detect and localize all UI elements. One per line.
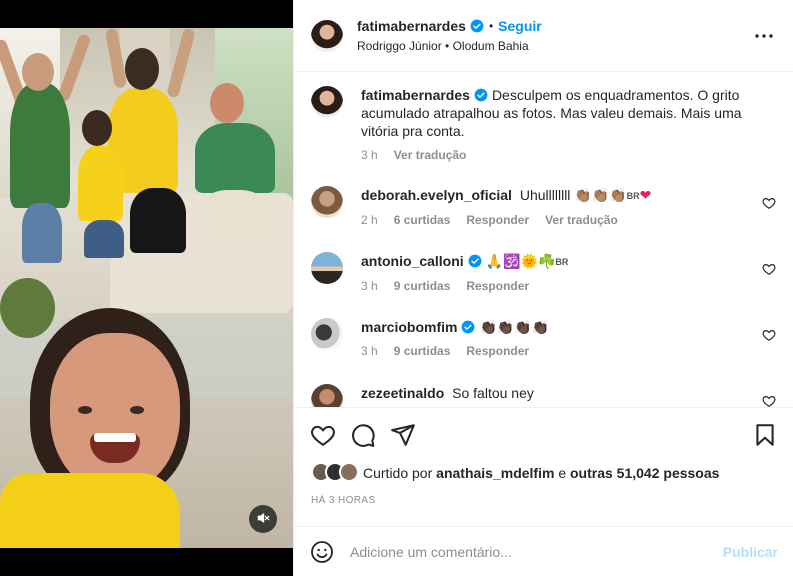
comment-time: 3 h: [361, 344, 378, 358]
smiley-icon[interactable]: [310, 540, 334, 564]
brazil-flag-icon: BR: [555, 257, 569, 267]
comment-emojis: 👏🏿👏🏿👏🏿👏🏿: [479, 319, 550, 335]
comment-likes-count[interactable]: 9 curtidas: [394, 279, 451, 293]
audio-track[interactable]: Rodriggo Júnior • Olodum Bahia: [357, 39, 542, 53]
comment-input[interactable]: [350, 543, 710, 560]
avatar[interactable]: [311, 318, 343, 350]
comment-username[interactable]: deborah.evelyn_oficial: [361, 187, 512, 203]
likes-others-count[interactable]: outras 51,042 pessoas: [570, 465, 719, 481]
comment-item: deborah.evelyn_oficial Uhullllllll 👏🏽👏🏽👏…: [311, 186, 781, 227]
post-side-panel: fatimabernardes • Seguir Rodriggo Júnior…: [293, 0, 793, 576]
comment-like-heart-icon[interactable]: [762, 394, 776, 407]
comment-likes-count[interactable]: 6 curtidas: [394, 213, 451, 227]
reply-button[interactable]: Responder: [466, 279, 529, 293]
post-header: fatimabernardes • Seguir Rodriggo Júnior…: [294, 0, 793, 72]
translate-link[interactable]: Ver tradução: [394, 148, 467, 162]
comment-bubble-icon[interactable]: [350, 422, 376, 448]
comment-like-heart-icon[interactable]: [762, 262, 776, 276]
post-dialog: fatimabernardes • Seguir Rodriggo Júnior…: [0, 0, 793, 576]
verified-badge-icon: [470, 19, 484, 33]
heart-icon[interactable]: [310, 422, 336, 448]
likes-summary: Curtido por anathais_mdelfim e outras 51…: [311, 462, 719, 484]
translate-link[interactable]: Ver tradução: [545, 213, 618, 227]
comment-like-heart-icon[interactable]: [762, 328, 776, 342]
comment-item: marciobomfim 👏🏿👏🏿👏🏿👏🏿 3 h 9 curtidas Resp…: [311, 318, 781, 358]
comment-emojis: 👏🏽👏🏽👏🏽: [574, 187, 627, 203]
author-username[interactable]: fatimabernardes: [357, 18, 466, 34]
liker-avatars[interactable]: [311, 462, 363, 484]
reply-button[interactable]: Responder: [466, 213, 529, 227]
post-video[interactable]: [0, 0, 293, 576]
video-frame: [0, 28, 293, 548]
comment-time: 3 h: [361, 279, 378, 293]
avatar[interactable]: [311, 86, 343, 118]
comment-emojis: 🙏🕉️🌞☘️: [485, 253, 556, 269]
send-paper-plane-icon[interactable]: [390, 422, 416, 448]
comment-text: Uhullllllll: [519, 187, 571, 203]
more-options-icon[interactable]: [752, 24, 776, 48]
verified-badge-icon: [468, 254, 482, 268]
publish-button[interactable]: Publicar: [723, 544, 778, 560]
comment-time: 2 h: [361, 213, 378, 227]
verified-badge-icon: [461, 320, 475, 334]
red-heart-icon: ❤: [639, 187, 652, 203]
comment-username[interactable]: antonio_calloni: [361, 253, 464, 269]
liked-by-middle: e: [558, 465, 567, 481]
avatar[interactable]: [311, 186, 343, 218]
avatar[interactable]: [311, 252, 343, 284]
separator-dot: •: [488, 19, 494, 33]
avatar[interactable]: [311, 384, 343, 407]
caption: fatimabernardes Desculpem os enquadrament…: [311, 86, 781, 162]
verified-badge-icon: [474, 88, 488, 102]
action-bar: [294, 407, 793, 465]
liked-by-prefix: Curtido por: [363, 465, 433, 481]
add-comment-bar: Publicar: [294, 526, 793, 576]
comment-item: zezeetinaldo So faltou ney: [311, 384, 781, 407]
comment-username[interactable]: zezeetinaldo: [361, 385, 444, 401]
comment-item: antonio_calloni 🙏🕉️🌞☘️BR 3 h 9 curtidas R…: [311, 252, 781, 293]
mute-toggle-button[interactable]: [249, 505, 277, 533]
brazil-flag-icon: BR: [626, 191, 640, 201]
bookmark-icon[interactable]: [752, 422, 778, 448]
caption-time: 3 h: [361, 148, 378, 162]
caption-username[interactable]: fatimabernardes: [361, 87, 470, 103]
comment-likes-count[interactable]: 9 curtidas: [394, 344, 451, 358]
comments-list[interactable]: fatimabernardes Desculpem os enquadrament…: [294, 72, 793, 407]
liker-username[interactable]: anathais_mdelfim: [436, 465, 554, 481]
comment-like-heart-icon[interactable]: [762, 196, 776, 210]
avatar[interactable]: [311, 19, 343, 52]
follow-button[interactable]: Seguir: [498, 18, 542, 34]
comment-username[interactable]: marciobomfim: [361, 319, 457, 335]
reply-button[interactable]: Responder: [466, 344, 529, 358]
post-timestamp[interactable]: HÁ 3 HORAS: [311, 495, 376, 506]
speaker-muted-icon: [256, 511, 270, 528]
comment-text: So faltou ney: [452, 385, 534, 401]
